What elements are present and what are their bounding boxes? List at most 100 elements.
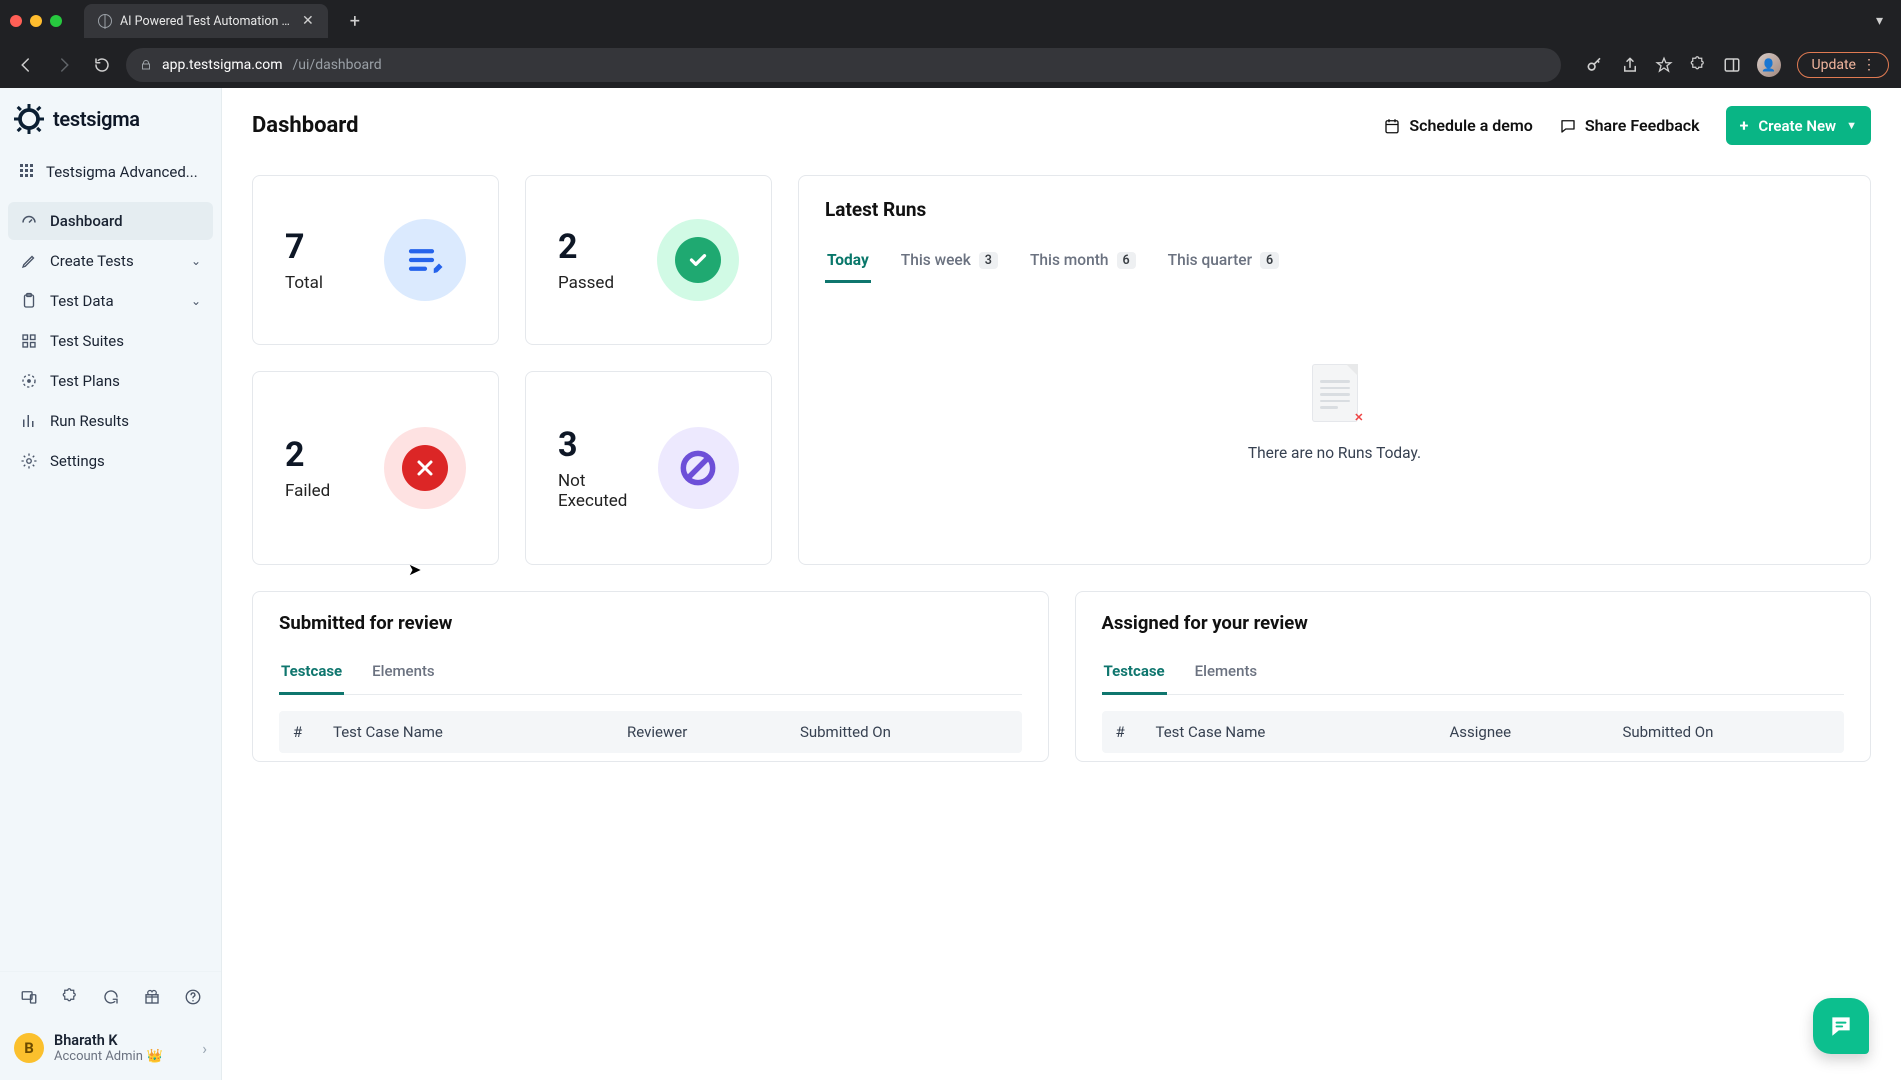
stat-notexec-label: Not Executed: [558, 471, 658, 511]
gauge-icon: [20, 212, 38, 230]
create-new-button[interactable]: + Create New ▼: [1726, 106, 1871, 145]
sidebar-item-test-plans[interactable]: Test Plans: [8, 362, 213, 400]
col-hash: #: [1116, 723, 1156, 741]
create-new-label: Create New: [1758, 117, 1836, 135]
stat-total-label: Total: [285, 273, 323, 293]
brand[interactable]: testsigma: [0, 88, 221, 148]
url-path: /ui/dashboard: [293, 57, 382, 73]
devices-icon[interactable]: [14, 982, 43, 1012]
gift-icon[interactable]: [137, 982, 166, 1012]
browser-tab[interactable]: AI Powered Test Automation Pl ✕: [84, 4, 328, 38]
chat-widget-button[interactable]: [1813, 998, 1869, 1054]
lock-icon: [140, 58, 152, 72]
sidebar-item-label: Dashboard: [50, 212, 123, 230]
sidebar-item-create-tests[interactable]: Create Tests ⌄: [8, 242, 213, 280]
submitted-tab-testcase[interactable]: Testcase: [279, 652, 344, 695]
runs-tab-quarter[interactable]: This quarter6: [1166, 243, 1282, 283]
reload-button[interactable]: [88, 51, 116, 79]
stat-total-value: 7: [285, 227, 323, 267]
stat-card-failed[interactable]: 2 Failed: [252, 371, 499, 565]
close-tab-icon[interactable]: ✕: [302, 13, 314, 29]
stat-card-passed[interactable]: 2 Passed: [525, 175, 772, 345]
help-icon[interactable]: [178, 982, 207, 1012]
schedule-demo-label: Schedule a demo: [1409, 116, 1532, 135]
stat-notexec-value: 3: [558, 425, 658, 465]
sidebar-item-label: Test Suites: [50, 332, 124, 350]
share-feedback-label: Share Feedback: [1585, 116, 1700, 135]
forward-button[interactable]: [50, 51, 78, 79]
address-bar[interactable]: app.testsigma.com/ui/dashboard: [126, 48, 1561, 82]
x-circle-icon: [384, 427, 466, 509]
plugin-icon[interactable]: [55, 982, 84, 1012]
sidebar-item-label: Create Tests: [50, 252, 134, 270]
window-controls: [10, 15, 62, 27]
assigned-table-header: # Test Case Name Assignee Submitted On: [1102, 711, 1845, 753]
runs-empty-text: There are no Runs Today.: [1248, 444, 1421, 462]
sidebar-item-test-suites[interactable]: Test Suites: [8, 322, 213, 360]
stat-card-not-executed[interactable]: 3 Not Executed: [525, 371, 772, 565]
sidebar-item-settings[interactable]: Settings: [8, 442, 213, 480]
latest-runs-title: Latest Runs: [825, 198, 1844, 221]
sync-icon[interactable]: [96, 982, 125, 1012]
sidebar-footer-icons: [0, 971, 221, 1022]
col-submitted-on: Submitted On: [800, 723, 1008, 741]
runs-tab-month[interactable]: This month 6: [1028, 243, 1138, 283]
close-window-icon[interactable]: [10, 15, 22, 27]
back-button[interactable]: [12, 51, 40, 79]
extensions-icon[interactable]: [1689, 56, 1707, 74]
sidebar-item-test-data[interactable]: Test Data ⌄: [8, 282, 213, 320]
maximize-window-icon[interactable]: [50, 15, 62, 27]
col-assignee: Assignee: [1450, 723, 1623, 741]
browser-tab-title: AI Powered Test Automation Pl: [120, 14, 290, 29]
prohibited-icon: [658, 427, 739, 509]
share-feedback-button[interactable]: Share Feedback: [1559, 116, 1700, 135]
chevron-down-icon: ▼: [1846, 119, 1857, 132]
sidebar-item-label: Run Results: [50, 412, 129, 430]
kebab-icon: ⋮: [1862, 57, 1878, 73]
count-badge: 3: [979, 252, 998, 269]
sidebar-item-dashboard[interactable]: Dashboard: [8, 202, 213, 240]
sidebar-item-run-results[interactable]: Run Results: [8, 402, 213, 440]
submitted-tab-elements[interactable]: Elements: [370, 652, 437, 694]
chevron-down-icon: ⌄: [191, 294, 201, 308]
assigned-tab-elements[interactable]: Elements: [1193, 652, 1260, 694]
grid-icon: [20, 332, 38, 350]
user-avatar: B: [14, 1033, 44, 1063]
user-profile-row[interactable]: B Bharath K Account Admin👑 ›: [0, 1022, 221, 1080]
plus-icon: +: [1740, 116, 1749, 135]
runs-tab-week[interactable]: This week 3: [899, 243, 1000, 283]
minimize-window-icon[interactable]: [30, 15, 42, 27]
share-icon[interactable]: [1621, 56, 1639, 74]
stat-passed-label: Passed: [558, 273, 614, 293]
assigned-title: Assigned for your review: [1102, 612, 1845, 634]
submitted-table-header: # Test Case Name Reviewer Submitted On: [279, 711, 1022, 753]
stat-card-total[interactable]: 7 Total: [252, 175, 499, 345]
assigned-tab-testcase[interactable]: Testcase: [1102, 652, 1167, 695]
key-icon[interactable]: [1585, 55, 1605, 75]
runs-tab-today[interactable]: Today: [825, 243, 871, 283]
profile-avatar[interactable]: 👤: [1757, 53, 1781, 77]
browser-chrome: AI Powered Test Automation Pl ✕ + ▾ app.…: [0, 0, 1901, 88]
star-icon[interactable]: [1655, 56, 1673, 74]
runs-empty-state: ✕ There are no Runs Today.: [825, 284, 1844, 462]
col-reviewer: Reviewer: [627, 723, 800, 741]
new-tab-button[interactable]: +: [342, 7, 368, 36]
tabs-dropdown-icon[interactable]: ▾: [1876, 13, 1883, 29]
brand-logo-icon: [14, 104, 44, 134]
runs-tab-label: This week: [901, 251, 971, 269]
submitted-title: Submitted for review: [279, 612, 1022, 634]
page-title: Dashboard: [252, 113, 359, 138]
runs-tab-label: This month: [1030, 251, 1109, 269]
update-button[interactable]: Update⋮: [1797, 52, 1889, 78]
latest-runs-card: Latest Runs Today This week 3 This month 6…: [798, 175, 1871, 565]
col-submitted-on: Submitted On: [1622, 723, 1830, 741]
empty-document-icon: ✕: [1312, 364, 1358, 422]
clipboard-icon: [20, 292, 38, 310]
stat-failed-label: Failed: [285, 481, 330, 501]
count-badge: 6: [1260, 252, 1279, 269]
count-badge: 6: [1117, 252, 1136, 269]
sidepanel-icon[interactable]: [1723, 56, 1741, 74]
schedule-demo-button[interactable]: Schedule a demo: [1383, 116, 1532, 135]
project-picker[interactable]: Testsigma Advanced...: [10, 154, 211, 190]
check-circle-icon: [657, 219, 739, 301]
